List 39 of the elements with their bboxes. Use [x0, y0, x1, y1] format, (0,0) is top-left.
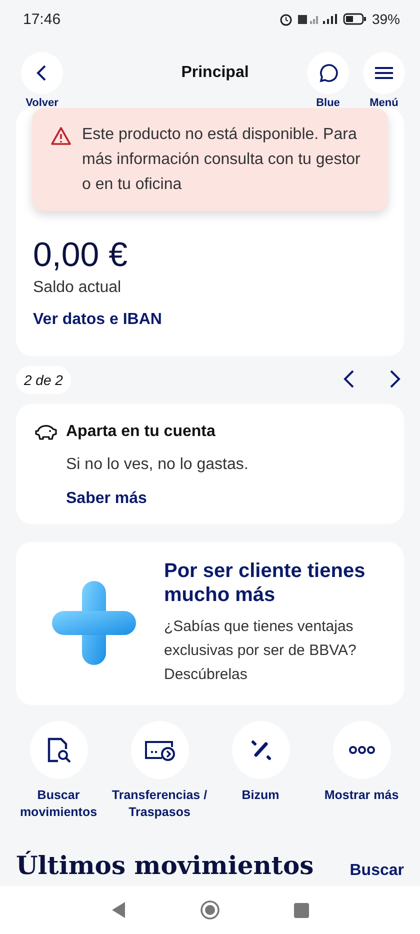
battery-icon — [342, 13, 367, 25]
more-icon — [348, 746, 374, 754]
menu-button[interactable] — [363, 52, 405, 94]
status-time: 17:46 — [23, 10, 61, 28]
promo-text: ¿Sabías que tienes ventajas exclusivas por ser de BBVA? Descúbrelas — [164, 616, 358, 684]
savings-text: Si no lo ves, no lo gastas. — [66, 456, 250, 474]
promo-title: Por ser cliente tienes mucho más — [164, 558, 366, 606]
back-label: Volver — [26, 97, 58, 109]
action-label: Transferencias / Traspasos — [110, 787, 208, 821]
recents-nav-icon[interactable] — [294, 902, 308, 918]
iban-link[interactable]: Ver datos e IBAN — [33, 311, 387, 329]
action-label: Mostrar más — [324, 787, 399, 804]
page-indicator: 2 de 2 — [16, 366, 71, 394]
menu-label: Menú — [370, 97, 398, 109]
page-title: Principal — [180, 64, 250, 82]
alarm-icon — [278, 12, 293, 26]
back-nav-icon[interactable] — [112, 902, 126, 918]
transfer-icon — [144, 739, 176, 761]
savings-title: Aparta en tu cuenta — [66, 423, 216, 441]
balance-amount: 0,00 € — [33, 236, 129, 275]
speech-bubble-icon — [317, 62, 339, 84]
signal-icon — [298, 13, 338, 25]
balance-label: Saldo actual — [33, 279, 122, 297]
action-label: Bizum — [242, 787, 280, 804]
learn-more-link[interactable]: Saber más — [66, 490, 388, 508]
warning-icon — [50, 126, 72, 146]
toast-message: Este producto no está disponible. Para más información consulta con tu gestor o en tu oficina — [82, 125, 362, 195]
action-label: Buscar movimientos — [18, 787, 98, 821]
document-search-icon — [46, 736, 72, 764]
battery-level: 39% — [372, 11, 400, 27]
chat-button[interactable] — [307, 52, 349, 94]
bizum-icon — [250, 739, 272, 761]
home-nav-icon[interactable] — [200, 900, 220, 920]
search-link[interactable]: Buscar — [350, 862, 404, 880]
chat-label: Blue — [316, 97, 340, 109]
back-button[interactable] — [21, 52, 63, 94]
piggy-bank-icon — [34, 422, 58, 442]
menu-icon — [374, 66, 394, 80]
section-title: Últimos movimientos — [16, 851, 314, 880]
